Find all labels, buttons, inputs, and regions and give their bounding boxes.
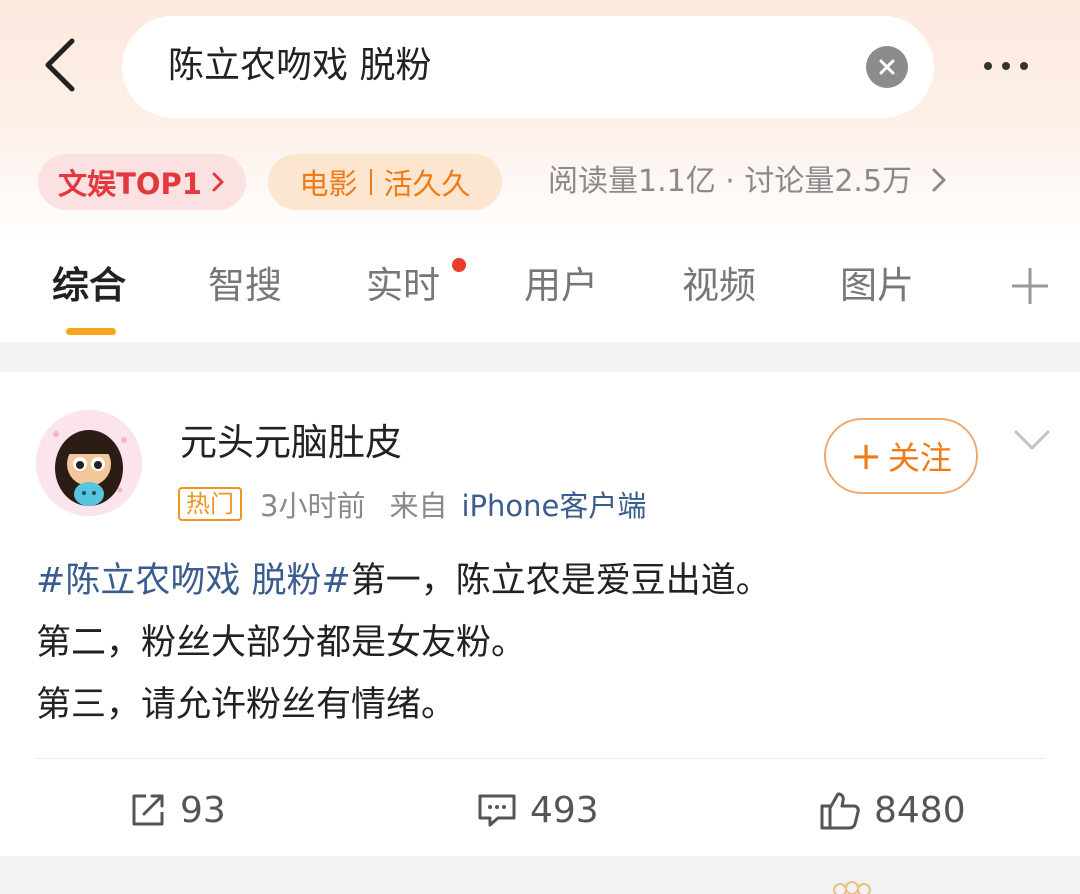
topic-stats-text: 阅读量1.1亿 · 讨论量2.5万 [548, 164, 913, 199]
more-options-button[interactable] [966, 46, 1046, 86]
search-header: 陈立农吻戏 脱粉 文娱TOP1 电影 活久久 阅读量1.1亿 · 讨论量2.5万 [0, 0, 1080, 240]
like-count: 8480 [874, 789, 966, 831]
post-source-device[interactable]: iPhone客户端 [461, 483, 646, 525]
post-time: 3小时前 [260, 489, 366, 523]
topic-stats-link[interactable]: 阅读量1.1亿 · 讨论量2.5万 [548, 162, 948, 202]
follow-button[interactable]: + 关注 [824, 418, 978, 494]
plus-icon: + [850, 434, 882, 478]
post-line-3: 第三，请允许粉丝有情绪。 [36, 685, 457, 725]
add-tab-icon[interactable] [1008, 264, 1052, 308]
topic-hashtag-link[interactable]: #陈立农吻戏 脱粉# [36, 561, 351, 601]
partial-emoji-icon [833, 881, 871, 894]
follow-button-label: 关注 [887, 439, 952, 477]
post-meta: 热门 3小时前 来自 iPhone客户端 [178, 484, 646, 524]
category-chip-left: 电影 [299, 167, 358, 201]
tab-images[interactable]: 图片 [840, 262, 914, 310]
back-arrow-icon [45, 38, 75, 92]
repost-button[interactable]: 93 [128, 784, 226, 836]
post-card: 元头元脑肚皮 热门 3小时前 来自 iPhone客户端 + 关注 #陈立农吻戏 … [0, 372, 1080, 856]
clear-search-button[interactable] [866, 46, 908, 88]
active-tab-indicator [66, 328, 116, 335]
back-button[interactable] [30, 35, 90, 95]
chevron-right-icon [932, 168, 946, 192]
post-author-name[interactable]: 元头元脑肚皮 [180, 420, 402, 466]
post-line-1: #陈立农吻戏 脱粉#第一，陈立农是爱豆出道。 [36, 550, 1046, 612]
search-input[interactable]: 陈立农吻戏 脱粉 [122, 16, 934, 118]
category-separator [369, 169, 372, 195]
repost-count: 93 [180, 789, 226, 831]
rank-chip[interactable]: 文娱TOP1 [38, 154, 246, 210]
more-dots-icon [984, 62, 992, 70]
post-line-2: 第二，粉丝大部分都是女友粉。 [36, 623, 527, 663]
comment-count: 493 [530, 789, 599, 831]
tab-comprehensive[interactable]: 综合 [52, 262, 126, 310]
hot-badge: 热门 [178, 487, 242, 521]
category-chip[interactable]: 电影 活久久 [268, 154, 502, 210]
rank-chip-label: 文娱TOP1 [58, 167, 202, 201]
category-chip-right: 活久久 [383, 167, 471, 201]
chevron-down-icon[interactable] [1012, 424, 1052, 454]
post-line-1-text: 第一，陈立农是爱豆出道。 [350, 561, 771, 601]
tab-videos[interactable]: 视频 [682, 262, 756, 310]
clear-circle-icon [879, 59, 895, 75]
post-text: #陈立农吻戏 脱粉#第一，陈立农是爱豆出道。 第二，粉丝大部分都是女友粉。 第三… [36, 550, 1046, 736]
search-query-text[interactable]: 陈立农吻戏 脱粉 [168, 43, 431, 89]
avatar[interactable] [36, 410, 142, 516]
comment-button[interactable]: 493 [476, 784, 599, 836]
chevron-right-icon [212, 172, 224, 192]
actions-divider [36, 758, 1046, 759]
tab-realtime[interactable]: 实时 [366, 262, 440, 310]
thumbs-up-icon [820, 792, 860, 830]
like-button[interactable]: 8480 [818, 784, 966, 836]
realtime-notification-dot [452, 258, 466, 272]
share-icon [132, 794, 164, 826]
search-tabs: 综合 智搜 实时 用户 视频 图片 [0, 240, 1080, 342]
comment-icon [478, 794, 516, 827]
post-source-prefix: 来自 [389, 489, 448, 523]
tab-smart-search[interactable]: 智搜 [208, 262, 282, 310]
tab-users[interactable]: 用户 [524, 262, 598, 310]
avatar-cartoon-icon [36, 410, 142, 516]
